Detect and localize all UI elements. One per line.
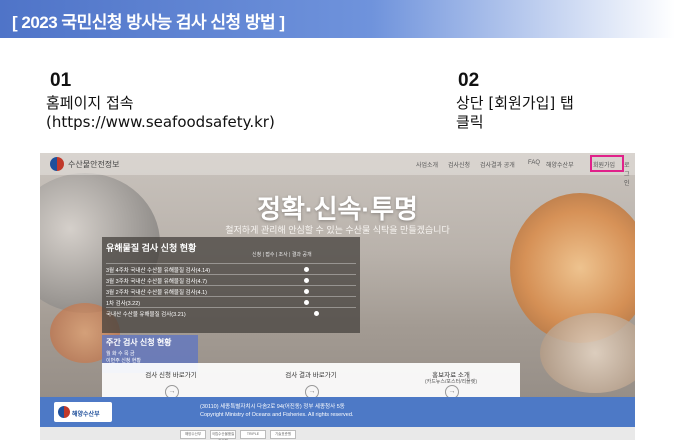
signup-highlight-box xyxy=(590,155,624,172)
row-label: 1차 검사(3.22) xyxy=(106,301,141,307)
related-link[interactable]: 국립수산물품질관리원 xyxy=(210,430,236,440)
ministry-logo-icon xyxy=(58,406,70,418)
nav-item-faq[interactable]: FAQ xyxy=(528,160,540,166)
card-promo-sub: (카드뉴스/포스터/리플렛) xyxy=(424,379,478,385)
table-row[interactable]: 국내산 수산물 유해물질 검사(3.21) xyxy=(106,307,356,319)
weekly-status-title: 주간 검사 신청 현황 xyxy=(106,338,172,347)
row-label: 3월 3주차 국내산 수산물 유해물질 검사(4.7) xyxy=(106,279,207,285)
website-screenshot: 수산물안전정보 사업소개 검사신청 검사결과 공개 FAQ 해양수산부 회원가입… xyxy=(40,153,635,440)
related-links-bar xyxy=(40,427,635,440)
step-1-number: 01 xyxy=(50,70,72,91)
footer-line-copyright: Copyright Ministry of Oceans and Fisheri… xyxy=(200,412,354,418)
inspection-status-columns: 신청 | 접수 | 조사 | 결과 공개 xyxy=(252,252,312,258)
nav-item-results[interactable]: 검사결과 공개 xyxy=(480,160,515,169)
site-logo-icon[interactable] xyxy=(50,157,64,171)
status-dot xyxy=(304,289,309,294)
site-logo-text[interactable]: 수산물안전정보 xyxy=(68,159,120,170)
related-link[interactable]: TRIPLE xyxy=(240,430,266,439)
nav-item-apply[interactable]: 검사신청 xyxy=(448,160,470,169)
nav-item-ministry[interactable]: 해양수산부 xyxy=(546,160,574,169)
status-dot xyxy=(304,278,309,283)
status-dot xyxy=(304,267,309,272)
row-label: 3월 4주차 국내산 수산물 유해물질 검사(4.14) xyxy=(106,268,211,274)
related-link[interactable]: 해양수산부 xyxy=(180,430,206,439)
footer-address: (30110) 세종특별자치시 다솜2로 94(어진동) 정부 세종청사 5동 … xyxy=(200,403,353,419)
shellfish-image xyxy=(540,313,635,393)
footer-logo-text: 해양수산부 xyxy=(72,412,100,418)
nav-item-about[interactable]: 사업소개 xyxy=(416,160,438,169)
inspection-status-title: 유해물질 검사 신청 현황 xyxy=(106,243,197,253)
row-label: 국내산 수산물 유해물질 검사(3.21) xyxy=(106,312,186,318)
hero-title: 정확·신속·투명 xyxy=(257,194,418,224)
step-2-text: 상단 [회원가입] 탭 클릭 xyxy=(456,94,574,131)
banner-title: [ 2023 국민신청 방사능 검사 신청 방법 ] xyxy=(12,13,285,32)
status-dot xyxy=(314,311,319,316)
row-label: 3월 2주차 국내산 수산물 유해물질 검사(4.1) xyxy=(106,290,207,296)
related-link[interactable]: 기술표준원 xyxy=(270,430,296,439)
card-apply-label[interactable]: 검사 신청 바로가기 xyxy=(106,369,236,379)
footer-line-address: (30110) 세종특별자치시 다솜2로 94(어진동) 정부 세종청사 5동 xyxy=(200,404,345,410)
nav-item-login[interactable]: 로그인 xyxy=(624,160,635,187)
step-1-text: 홈페이지 접속 (https://www.seafoodsafety.kr) xyxy=(46,94,275,131)
card-results-label[interactable]: 검사 결과 바로가기 xyxy=(246,369,376,379)
title-banner: [ 2023 국민신청 방사능 검사 신청 방법 ] xyxy=(0,0,675,38)
step-2-number: 02 xyxy=(458,70,480,91)
status-dot xyxy=(304,300,309,305)
hero-subtitle: 철저하게 관리해 안심할 수 있는 수산물 식탁을 만들겠습니다 xyxy=(225,225,450,235)
